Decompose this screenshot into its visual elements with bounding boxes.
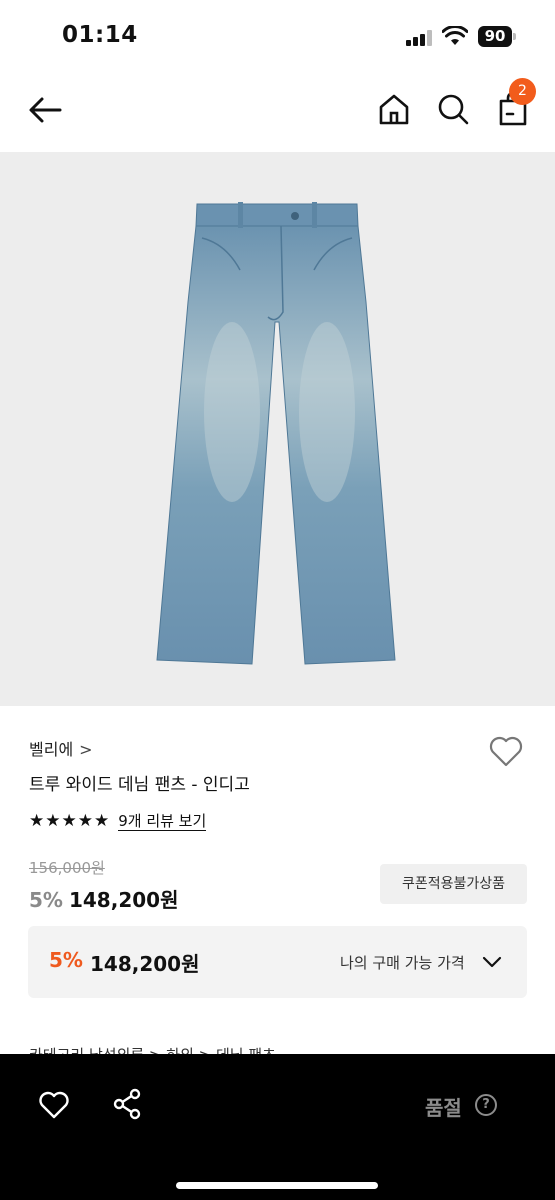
help-icon[interactable]: ? bbox=[475, 1094, 497, 1116]
signal-icon bbox=[406, 30, 434, 46]
brand-name: 벨리에 bbox=[29, 740, 74, 759]
bottom-action-bar: 품절 ? bbox=[0, 1054, 555, 1200]
my-price-discount: 5% bbox=[49, 948, 83, 972]
product-name: 트루 와이드 데님 팬츠 - 인디고 bbox=[29, 775, 250, 795]
price-row: 5% 148,200원 bbox=[29, 884, 178, 913]
wifi-icon bbox=[442, 26, 468, 45]
search-icon[interactable] bbox=[436, 92, 470, 126]
battery-level: 90 bbox=[478, 26, 512, 47]
wishlist-heart-icon[interactable] bbox=[488, 734, 524, 768]
back-arrow-icon[interactable] bbox=[26, 92, 64, 128]
sale-price: 148,200원 bbox=[68, 888, 179, 912]
home-indicator bbox=[176, 1182, 378, 1189]
status-time: 01:14 bbox=[62, 22, 138, 48]
original-price: 156,000원 bbox=[29, 859, 105, 877]
my-price-value: 148,200원 bbox=[90, 952, 200, 976]
rating-row: ★★★★★ 9개 리뷰 보기 bbox=[29, 810, 207, 832]
heart-icon[interactable] bbox=[38, 1090, 70, 1120]
share-icon[interactable] bbox=[112, 1088, 142, 1120]
top-navigation: 2 bbox=[0, 70, 555, 152]
brand-link[interactable]: 벨리에 > bbox=[29, 736, 93, 760]
product-image[interactable] bbox=[0, 152, 555, 706]
discount-rate: 5% bbox=[29, 888, 63, 912]
sold-out-label: 품절 bbox=[425, 1096, 462, 1120]
star-rating: ★★★★★ bbox=[29, 811, 111, 831]
coupon-badge: 쿠폰적용불가상품 bbox=[380, 864, 527, 904]
cart-count-badge: 2 bbox=[509, 78, 536, 105]
status-bar: 01:14 90 bbox=[0, 0, 555, 70]
jeans-image bbox=[156, 202, 396, 665]
my-price-label: 나의 구매 가능 가격 bbox=[340, 954, 465, 972]
home-icon[interactable] bbox=[377, 92, 411, 126]
battery-icon: 90 bbox=[478, 26, 516, 47]
review-link[interactable]: 9개 리뷰 보기 bbox=[118, 812, 207, 831]
chevron-right-icon: > bbox=[79, 740, 93, 759]
my-price-dropdown[interactable]: 5% 148,200원 나의 구매 가능 가격 bbox=[28, 926, 527, 998]
chevron-down-icon bbox=[482, 956, 502, 968]
